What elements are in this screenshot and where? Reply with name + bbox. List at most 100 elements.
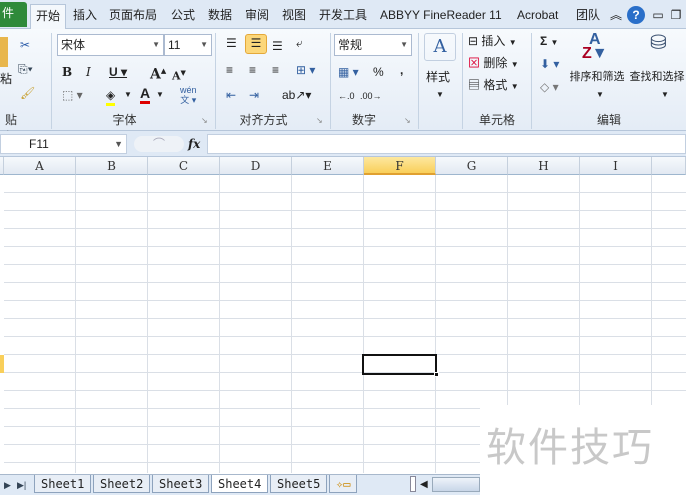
window-restore-icon[interactable]: ❐ — [668, 4, 684, 29]
merge-center-icon[interactable]: ⊞ ▾ — [296, 62, 315, 78]
align-bottom-icon[interactable]: ☰ — [272, 38, 283, 54]
format-painter-icon[interactable]: 🖌 — [20, 85, 35, 101]
column-header-h[interactable]: H — [508, 157, 580, 175]
font-group-label: 字体 — [112, 113, 137, 127]
column-header-i[interactable]: I — [580, 157, 652, 175]
scroll-last-sheet-icon[interactable]: ▶| — [17, 477, 26, 493]
border-icon[interactable]: ⬚ ▾ — [62, 87, 83, 103]
styles-icon[interactable]: A — [424, 33, 456, 61]
decrease-decimal-icon[interactable]: .00→ — [360, 88, 382, 104]
scroll-next-sheet-icon[interactable]: ▶ — [4, 477, 11, 493]
tab-review[interactable]: 审阅 — [240, 4, 274, 29]
selected-cell-f11[interactable] — [362, 354, 439, 377]
phonetic-guide-button[interactable]: wén 文 ▾ — [180, 85, 197, 105]
delete-cells-button[interactable]: ⊠ 删除 ▼ — [468, 55, 519, 73]
help-icon[interactable]: ? — [627, 6, 645, 24]
fill-color-icon[interactable]: ◈ — [106, 87, 116, 106]
tab-abbyy[interactable]: ABBYY FineReader 11 — [375, 4, 507, 29]
tab-view[interactable]: 视图 — [277, 4, 311, 29]
column-header-j[interactable] — [652, 157, 686, 175]
sort-filter-icon: A Z▼ — [582, 31, 608, 62]
increase-decimal-icon[interactable]: ←.0 — [338, 88, 355, 104]
tab-data[interactable]: 数据 — [203, 4, 237, 29]
paste-icon[interactable] — [0, 37, 8, 67]
font-name-select[interactable]: 宋体 ▼ — [57, 34, 164, 56]
tab-team[interactable]: 团队 — [571, 4, 605, 29]
fill-handle[interactable] — [434, 372, 439, 377]
tab-page-layout[interactable]: 页面布局 — [104, 4, 162, 29]
sheet-tab-3[interactable]: Sheet3 — [152, 475, 210, 493]
minimize-ribbon-icon[interactable]: ︽ — [608, 4, 624, 29]
tab-file[interactable]: 件 — [0, 2, 27, 27]
clear-icon[interactable]: ◇ ▾ — [540, 79, 559, 95]
scroll-left-icon[interactable]: ◀ — [420, 477, 428, 493]
font-size-select[interactable]: 11 ▼ — [164, 34, 212, 56]
insert-function-button[interactable]: fx — [188, 136, 200, 152]
formula-input[interactable] — [207, 134, 686, 154]
insert-icon: ⊟ — [468, 34, 479, 48]
window-minimize-icon[interactable]: ▭ — [650, 4, 666, 29]
increase-indent-icon[interactable]: ⇥ — [249, 87, 259, 103]
orientation-icon[interactable]: ab↗▾ — [282, 87, 311, 103]
underline-button[interactable]: U ▾ — [109, 64, 127, 80]
comma-button[interactable]: , — [400, 62, 403, 78]
name-box-value: F11 — [29, 137, 49, 151]
tab-formulas[interactable]: 公式 — [166, 4, 200, 29]
align-left-icon[interactable]: ≡ — [226, 62, 233, 78]
find-select-button[interactable]: 查找和选择 — [628, 69, 686, 85]
chevron-down-icon: ▼ — [152, 40, 160, 49]
font-size-value: 11 — [168, 38, 181, 52]
insert-cells-button[interactable]: ⊟ 插入 ▼ — [468, 33, 517, 51]
percent-button[interactable]: % — [373, 64, 384, 80]
name-box[interactable]: F11 ▼ — [0, 134, 127, 154]
autosum-button[interactable]: Σ ▼ — [540, 33, 558, 51]
tab-acrobat[interactable]: Acrobat — [512, 4, 563, 29]
formula-bar-splitter[interactable]: ⌒ — [134, 136, 184, 152]
align-middle-icon[interactable]: ☰ — [245, 34, 267, 54]
number-format-select[interactable]: 常规 ▼ — [334, 34, 412, 56]
insert-sheet-icon[interactable]: ✧▭ — [329, 475, 358, 493]
tab-home[interactable]: 开始 — [30, 4, 67, 29]
align-center-icon[interactable]: ≡ — [249, 62, 256, 78]
currency-icon[interactable]: ▦ ▾ — [338, 64, 359, 80]
decrease-indent-icon[interactable]: ⇤ — [226, 87, 236, 103]
column-header-e[interactable]: E — [292, 157, 364, 175]
alignment-group-label: 对齐方式 — [239, 113, 288, 127]
tab-insert[interactable]: 插入 — [68, 4, 102, 29]
cut-icon[interactable]: ✂ — [20, 37, 30, 53]
dialog-launcher-icon[interactable]: ↘ — [404, 113, 411, 129]
italic-button[interactable]: I — [86, 64, 91, 80]
font-color-icon[interactable]: A — [140, 85, 151, 104]
tab-split-handle[interactable] — [410, 476, 416, 492]
align-right-icon[interactable]: ≡ — [272, 62, 279, 78]
column-header-d[interactable]: D — [220, 157, 292, 175]
copy-icon[interactable]: ⎘▾ — [18, 61, 33, 77]
align-top-icon[interactable]: ☰ — [226, 35, 237, 51]
column-header-g[interactable]: G — [436, 157, 508, 175]
bold-button[interactable]: B — [62, 64, 72, 80]
column-header-a[interactable]: A — [4, 157, 76, 175]
dialog-launcher-icon[interactable]: ↘ — [201, 113, 208, 129]
format-cells-button[interactable]: ▤ 格式 ▼ — [468, 77, 519, 95]
sheet-tab-2[interactable]: Sheet2 — [93, 475, 151, 493]
paste-button[interactable]: 粘 — [0, 71, 12, 87]
phonetic-text: wén — [180, 85, 197, 95]
dialog-launcher-icon[interactable]: ↘ — [316, 113, 323, 129]
sheet-tab-4[interactable]: Sheet4 — [211, 475, 269, 493]
sheet-tab-5[interactable]: Sheet5 — [270, 475, 328, 493]
sheet-tab-1[interactable]: Sheet1 — [34, 475, 92, 493]
styles-button[interactable]: 样式 — [426, 69, 450, 85]
wrap-text-icon[interactable]: ⤶ — [296, 35, 303, 51]
column-header-c[interactable]: C — [148, 157, 220, 175]
fill-icon[interactable]: ⬇ ▾ — [540, 56, 559, 72]
shrink-font-button[interactable]: A▼ — [172, 65, 186, 85]
grow-font-button[interactable]: A▲ — [150, 63, 166, 83]
formula-bar: F11 ▼ ⌒ fx — [0, 131, 686, 157]
column-header-b[interactable]: B — [76, 157, 148, 175]
number-format-value: 常规 — [338, 38, 363, 52]
sort-filter-button[interactable]: 排序和筛选 — [568, 69, 626, 85]
row-header-11[interactable] — [0, 355, 4, 373]
horizontal-scrollbar-thumb[interactable] — [432, 477, 480, 492]
tab-developer[interactable]: 开发工具 — [314, 4, 372, 29]
column-header-f[interactable]: F — [364, 157, 436, 175]
